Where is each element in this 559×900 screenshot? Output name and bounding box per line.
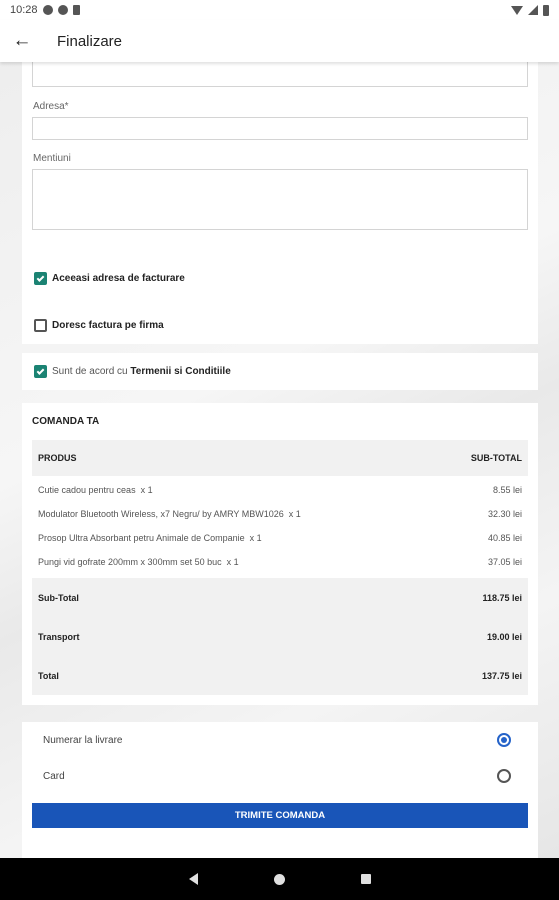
item-name: Prosop Ultra Absorbant petru Animale de … xyxy=(38,533,245,543)
company-invoice-label: Doresc factura pe firma xyxy=(52,320,164,331)
terms-link[interactable]: Termenii si Conditiile xyxy=(130,366,230,377)
order-item-name: Prosop Ultra Absorbant petru Animale de … xyxy=(38,533,262,543)
table-header: PRODUS SUB-TOTAL xyxy=(32,440,528,476)
item-name: Pungi vid gofrate 200mm x 300mm set 50 b… xyxy=(38,557,222,567)
order-item-row: Modulator Bluetooth Wireless, x7 Negru/ … xyxy=(32,502,528,526)
order-items: Cutie cadou pentru ceas x 1 8.55 lei Modula… xyxy=(32,478,528,574)
order-summary-card: COMANDA TA PRODUS SUB-TOTAL Cutie cadou … xyxy=(22,403,538,705)
shipping-row: Transport 19.00 lei xyxy=(32,617,528,656)
order-item-row: Cutie cadou pentru ceas x 1 8.55 lei xyxy=(32,478,528,502)
app-bar: ← Finalizare xyxy=(0,20,559,62)
same-billing-label: Aceeasi adresa de facturare xyxy=(52,273,185,284)
notes-label: Mentiuni xyxy=(33,153,71,164)
card-label: Card xyxy=(43,770,65,782)
battery-icon xyxy=(543,4,549,16)
signal-icon xyxy=(528,5,538,15)
order-item-price: 32.30 lei xyxy=(487,509,522,519)
cash-label: Numerar la livrare xyxy=(43,734,123,746)
sd-card-icon xyxy=(72,5,80,15)
order-item-name: Modulator Bluetooth Wireless, x7 Negru/ … xyxy=(38,509,301,519)
status-time: 10:28 xyxy=(10,4,38,16)
col-subtotal-header: SUB-TOTAL xyxy=(470,453,522,463)
address-label: Adresa* xyxy=(33,101,69,112)
terms-option[interactable]: Sunt de acord cu Termenii si Conditiile xyxy=(22,353,538,390)
total-value: 137.75 lei xyxy=(481,670,522,681)
cash-radio[interactable] xyxy=(497,733,511,747)
back-arrow-icon[interactable]: ← xyxy=(0,20,44,62)
order-item-name: Pungi vid gofrate 200mm x 300mm set 50 b… xyxy=(38,557,239,567)
card-radio[interactable] xyxy=(497,769,511,783)
status-bar: 10:28 xyxy=(0,0,559,20)
subtotal-row: Sub-Total 118.75 lei xyxy=(32,578,528,617)
col-product-header: PRODUS xyxy=(38,453,77,463)
item-qty: x 1 xyxy=(226,557,239,567)
order-item-row: Pungi vid gofrate 200mm x 300mm set 50 b… xyxy=(32,550,528,574)
order-item-name: Cutie cadou pentru ceas x 1 xyxy=(38,485,153,495)
shipping-value: 19.00 lei xyxy=(486,631,522,642)
payment-card: Numerar la livrare Card TRIMITE COMANDA xyxy=(22,722,538,858)
terms-checkbox[interactable] xyxy=(34,365,47,378)
sync-icon xyxy=(57,5,68,15)
order-item-price: 40.85 lei xyxy=(487,533,522,543)
nav-back-icon[interactable] xyxy=(188,873,198,885)
totals-block: Sub-Total 118.75 lei Transport 19.00 lei… xyxy=(32,578,528,695)
order-item-price: 8.55 lei xyxy=(492,485,522,495)
status-right xyxy=(511,4,549,16)
order-item-row: Prosop Ultra Absorbant petru Animale de … xyxy=(32,526,528,550)
total-label: Total xyxy=(38,670,59,681)
company-invoice-option[interactable]: Doresc factura pe firma xyxy=(22,307,538,344)
item-qty: x 1 xyxy=(140,485,153,495)
nav-home-icon[interactable] xyxy=(273,873,285,885)
item-qty: x 1 xyxy=(249,533,262,543)
wifi-icon xyxy=(511,5,523,15)
item-name: Cutie cadou pentru ceas xyxy=(38,485,136,495)
address-input[interactable] xyxy=(32,117,528,140)
checkmark-icon xyxy=(36,366,45,375)
submit-order-button[interactable]: TRIMITE COMANDA xyxy=(32,803,528,828)
checkout-content[interactable]: Adresa* Mentiuni Aceeasi adresa de factu… xyxy=(0,62,559,858)
payment-option-card[interactable]: Card xyxy=(22,758,538,794)
same-billing-checkbox[interactable] xyxy=(34,272,47,285)
payment-option-cash[interactable]: Numerar la livrare xyxy=(22,722,538,758)
checkmark-icon xyxy=(36,273,45,282)
shipping-label: Transport xyxy=(38,631,80,642)
nav-recents-icon[interactable] xyxy=(360,874,371,884)
same-billing-option[interactable]: Aceeasi adresa de facturare xyxy=(22,260,538,297)
order-title: COMANDA TA xyxy=(32,416,100,427)
item-qty: x 1 xyxy=(288,509,301,519)
total-row: Total 137.75 lei xyxy=(32,656,528,695)
terms-prefix: Sunt de acord cu xyxy=(52,366,128,377)
order-table: PRODUS SUB-TOTAL Cutie cadou pentru ceas… xyxy=(32,440,528,695)
notes-textarea[interactable] xyxy=(32,169,528,230)
notification-icon xyxy=(42,5,53,15)
subtotal-value: 118.75 lei xyxy=(482,592,522,603)
order-item-price: 37.05 lei xyxy=(487,557,522,567)
company-invoice-checkbox[interactable] xyxy=(34,319,47,332)
previous-field-input[interactable] xyxy=(32,62,528,87)
status-left: 10:28 xyxy=(10,4,80,16)
item-name: Modulator Bluetooth Wireless, x7 Negru/ … xyxy=(38,509,284,519)
system-nav-bar xyxy=(0,858,559,900)
page-title: Finalizare xyxy=(57,32,123,50)
subtotal-label: Sub-Total xyxy=(38,592,79,603)
